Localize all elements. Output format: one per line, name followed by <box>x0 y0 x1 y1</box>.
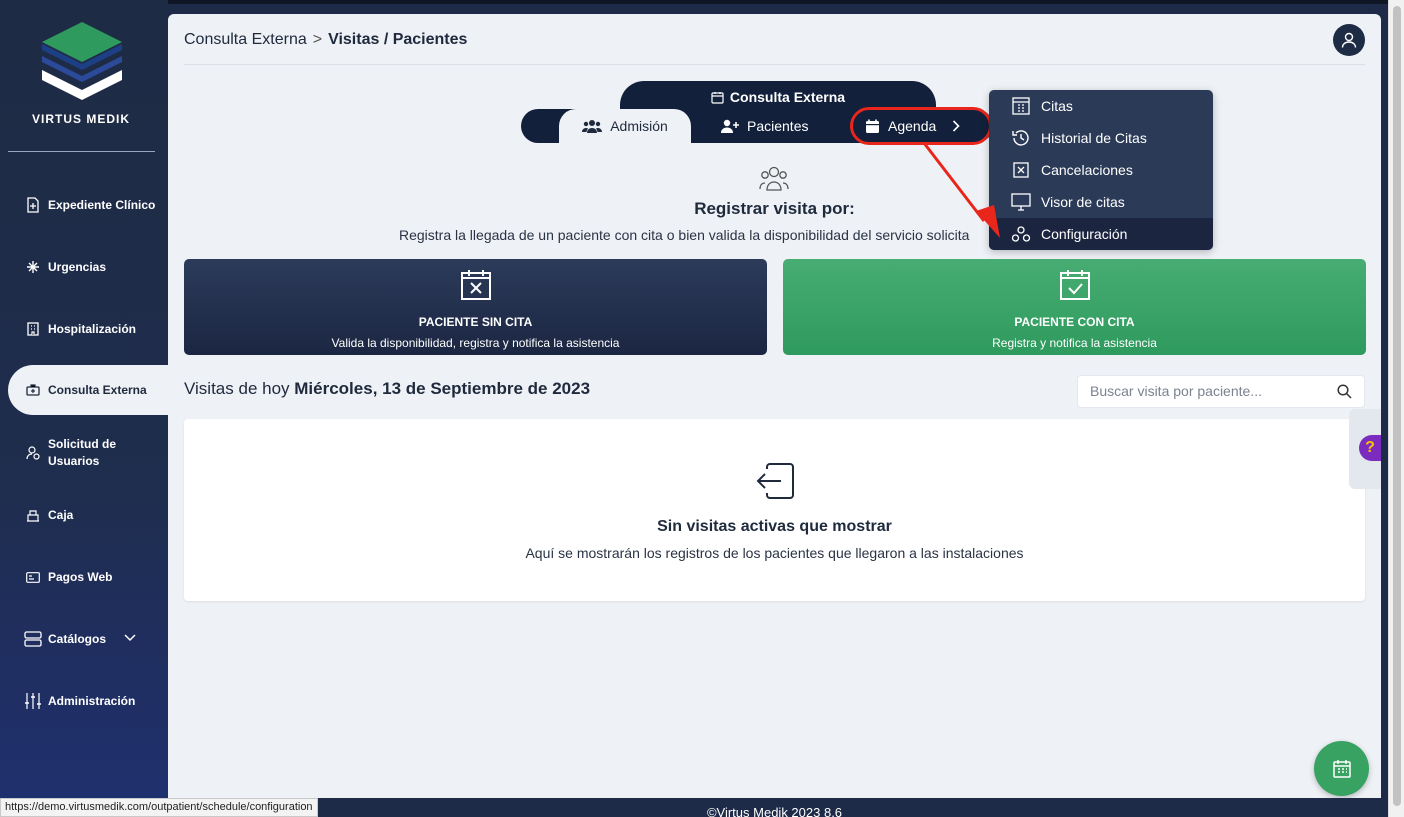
sidebar-item-administracion[interactable]: Administración <box>0 691 168 711</box>
register-title: Registrar visita por: <box>694 199 855 218</box>
visit-search-input[interactable] <box>1090 383 1330 399</box>
sidebar-item-expediente-clinico[interactable]: Expediente Clínico <box>0 195 168 215</box>
visits-heading: Visitas de hoy Miércoles, 13 de Septiemb… <box>184 379 590 399</box>
patient-with-appointment-card[interactable]: PACIENTE CON CITA Registra y notifica la… <box>783 259 1366 355</box>
menu-item-label: Citas <box>1041 98 1073 114</box>
breadcrumb: Consulta Externa > Visitas / Pacientes <box>184 31 467 49</box>
sidebar-item-label: Hospitalización <box>48 322 137 336</box>
sidebar-item-label: Pagos Web <box>48 570 113 584</box>
calendar-grid-icon <box>1011 96 1031 116</box>
menu-item-label: Historial de Citas <box>1041 130 1147 146</box>
browser-status-url: https://demo.virtusmedik.com/outpatient/… <box>0 798 318 817</box>
sidebar-item-catalogos[interactable]: Catálogos <box>0 627 168 651</box>
file-plus-icon <box>24 196 42 214</box>
tab-admision-label: Admisión <box>610 118 668 134</box>
patient-without-appointment-card[interactable]: PACIENTE SIN CITA Valida la disponibilid… <box>184 259 767 355</box>
history-icon <box>1011 128 1031 148</box>
sidebar-item-label: Expediente Clínico <box>48 198 156 212</box>
chevron-down-icon <box>124 633 136 645</box>
sidebar-item-label: Caja <box>48 508 74 522</box>
building-icon <box>24 320 42 338</box>
calendar-x-icon <box>460 270 491 300</box>
menu-item-historial-citas[interactable]: Historial de Citas <box>989 122 1213 154</box>
card-subtitle: Registra y notifica la asistencia <box>992 336 1157 350</box>
tab-pacientes[interactable]: Pacientes <box>721 109 808 143</box>
calendar-fab-button[interactable] <box>1314 741 1369 796</box>
sidebar-item-label: Consulta Externa <box>48 383 147 397</box>
asterisk-icon <box>24 258 42 276</box>
sidebar-item-hospitalizacion[interactable]: Hospitalización <box>0 319 168 339</box>
breadcrumb-current: Visitas / Pacientes <box>328 31 468 48</box>
login-arrow-icon <box>756 463 794 499</box>
visits-heading-prefix: Visitas de hoy <box>184 379 290 398</box>
sliders-icon <box>24 692 42 710</box>
sidebar-item-urgencias[interactable]: Urgencias <box>0 257 168 277</box>
cancel-box-icon <box>1011 160 1031 180</box>
sidebar: VIRTUS MEDIK Expediente Clínico Urgencia… <box>0 0 178 817</box>
users-icon <box>582 120 603 133</box>
page-scrollbar[interactable] <box>1388 0 1404 817</box>
top-strip <box>0 0 1404 4</box>
visits-empty-panel: Sin visitas activas que mostrar Aquí se … <box>184 419 1365 601</box>
tab-bar: Admisión Pacientes Agenda <box>521 109 993 143</box>
search-icon[interactable] <box>1337 384 1352 399</box>
cash-register-icon <box>24 506 42 524</box>
user-avatar-button[interactable] <box>1333 24 1365 56</box>
sidebar-item-caja[interactable]: Caja <box>0 505 168 525</box>
scrollbar-thumb[interactable] <box>1393 6 1401 806</box>
breadcrumb-parent[interactable]: Consulta Externa <box>184 31 307 48</box>
menu-item-label: Configuración <box>1041 226 1128 242</box>
tab-group-title-label: Consulta Externa <box>729 89 846 105</box>
sidebar-item-label: Urgencias <box>48 260 107 274</box>
calendar-filled-icon <box>866 119 879 133</box>
users-outline-icon <box>759 166 789 191</box>
medical-case-icon <box>24 381 42 399</box>
sidebar-divider <box>8 151 155 152</box>
user-plus-icon <box>721 119 739 133</box>
tab-pacientes-label: Pacientes <box>747 118 809 134</box>
empty-state-subtitle: Aquí se mostrarán los registros de los p… <box>525 545 1024 561</box>
card-title: PACIENTE CON CITA <box>1014 315 1135 329</box>
register-subtitle: Registra la llegada de un paciente con c… <box>399 227 970 243</box>
tab-agenda-label: Agenda <box>888 118 937 134</box>
help-button[interactable]: ? <box>1359 435 1381 461</box>
menu-item-configuracion[interactable]: Configuración <box>989 218 1213 250</box>
empty-state-title: Sin visitas activas que mostrar <box>657 518 892 535</box>
footer: ©Virtus Medik 2023 8.6 <box>168 798 1381 817</box>
sidebar-item-label: Solicitud de Usuarios <box>48 437 117 468</box>
calendar-icon <box>711 91 724 104</box>
user-request-icon <box>24 444 42 462</box>
tab-admision[interactable]: Admisión <box>559 109 691 143</box>
sidebar-item-pagos-web[interactable]: Pagos Web <box>0 567 168 587</box>
sidebar-item-label: Catálogos <box>48 632 107 646</box>
sidebar-item-consulta-externa[interactable]: Consulta Externa <box>8 365 178 415</box>
tab-agenda[interactable]: Agenda <box>865 109 960 143</box>
stack-icon <box>24 630 42 648</box>
chevron-right-icon <box>953 120 960 132</box>
visits-heading-date: Miércoles, 13 de Septiembre de 2023 <box>294 379 591 398</box>
card-subtitle: Valida la disponibilidad, registra y not… <box>331 336 620 350</box>
menu-item-citas[interactable]: Citas <box>989 90 1213 122</box>
visit-search-box <box>1077 375 1365 408</box>
calendar-icon <box>1332 759 1351 778</box>
user-icon <box>1341 32 1357 48</box>
menu-item-label: Cancelaciones <box>1041 162 1133 178</box>
brand-name: VIRTUS MEDIK <box>31 112 130 126</box>
virtus-medik-logo <box>42 22 122 100</box>
menu-item-cancelaciones[interactable]: Cancelaciones <box>989 154 1213 186</box>
header-divider <box>184 64 1365 65</box>
card-title: PACIENTE SIN CITA <box>418 315 533 329</box>
sidebar-item-solicitud-usuarios[interactable]: Solicitud de Usuarios <box>0 436 168 470</box>
calendar-check-icon <box>1059 270 1090 300</box>
agenda-dropdown-menu: Citas Historial de Citas Cancelaciones V… <box>989 90 1213 250</box>
card-icon <box>24 568 42 586</box>
config-icon <box>1011 224 1031 244</box>
breadcrumb-separator: > <box>312 31 323 48</box>
sidebar-item-label: Administración <box>48 694 136 708</box>
main-panel: Consulta Externa > Visitas / Pacientes Con… <box>168 14 1381 798</box>
